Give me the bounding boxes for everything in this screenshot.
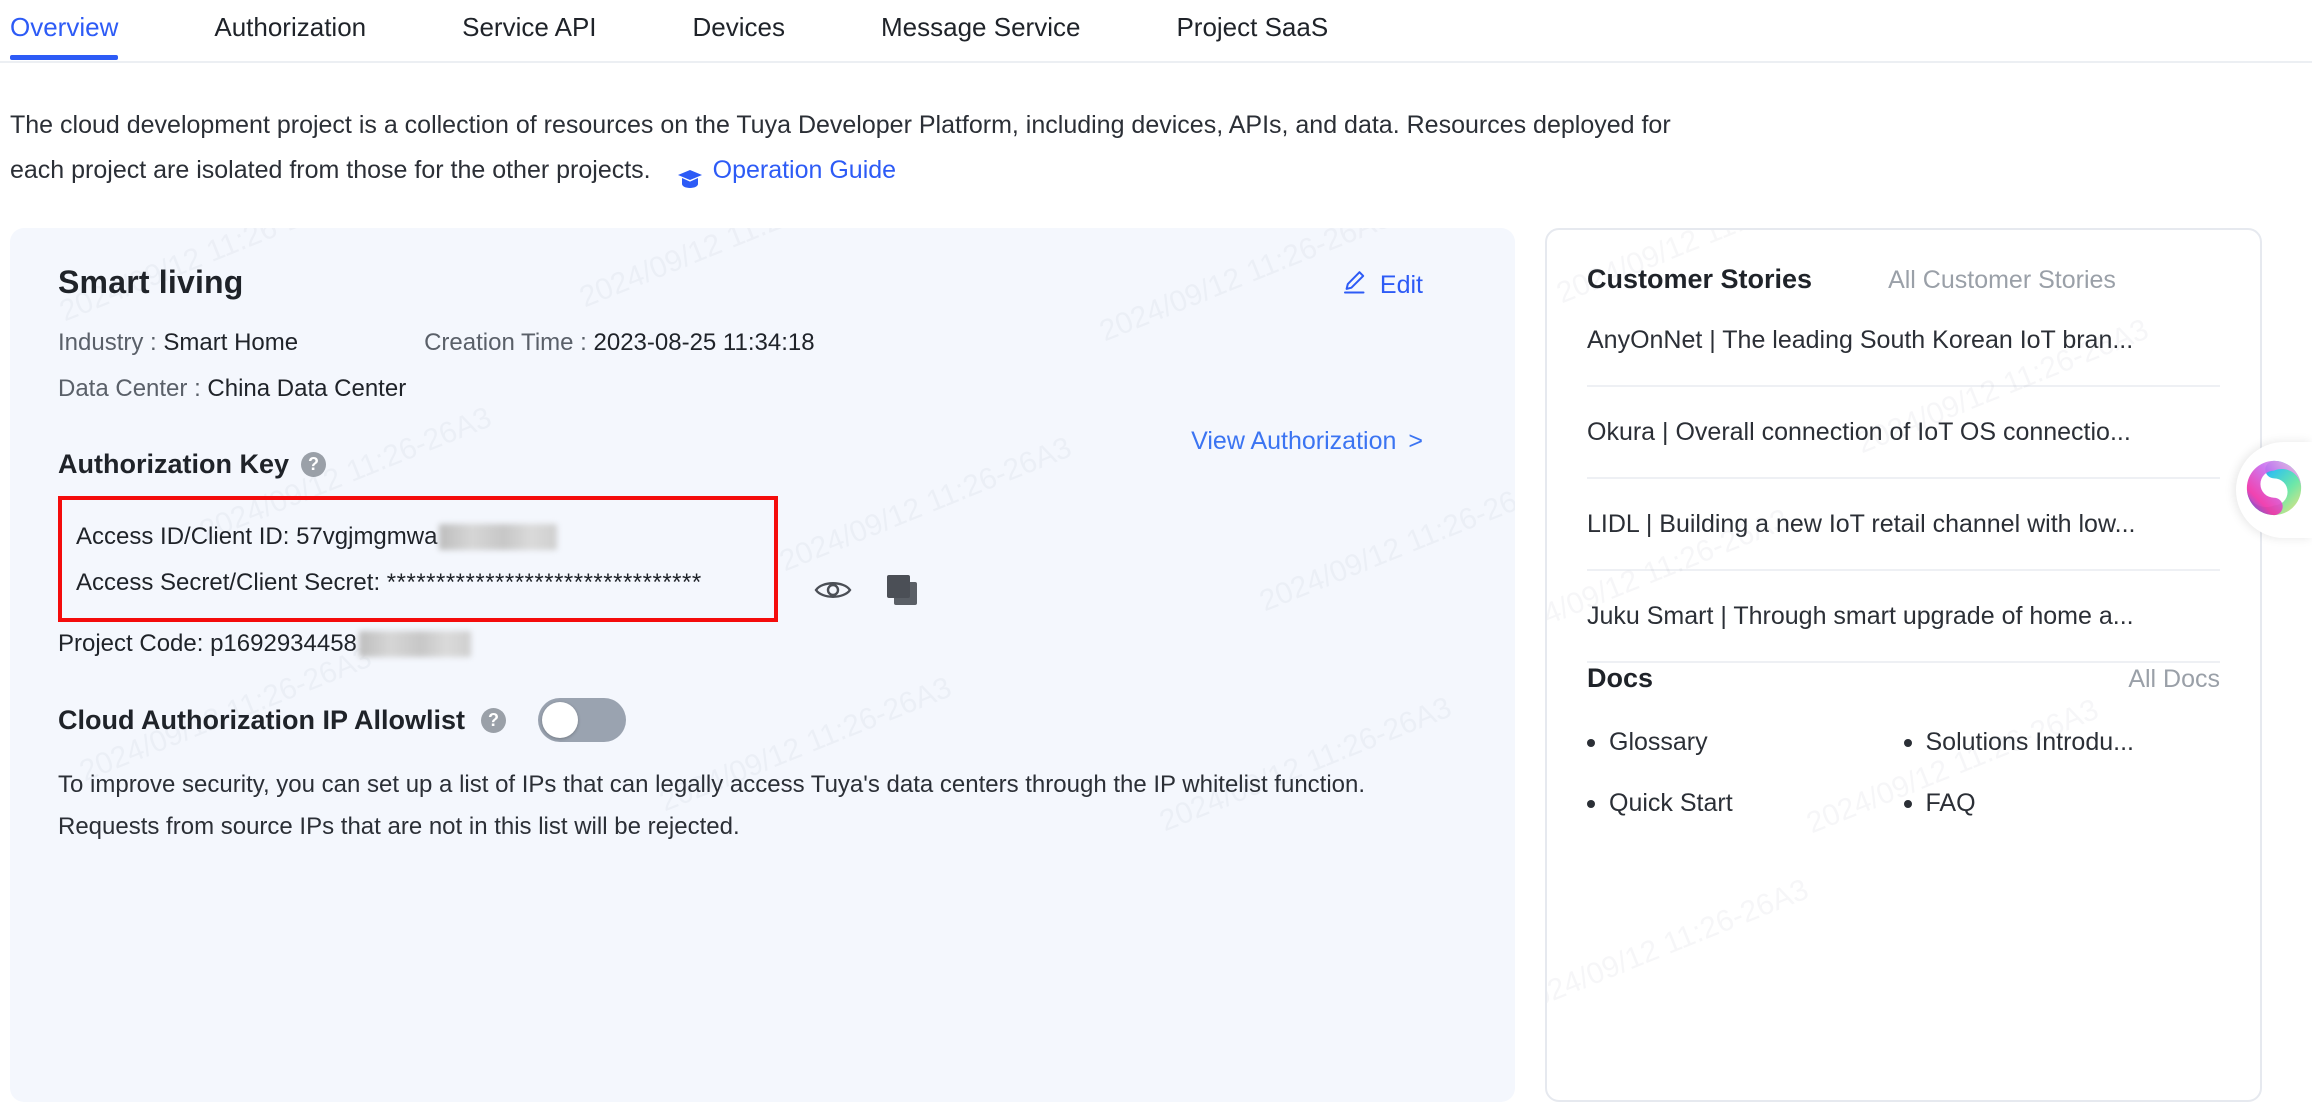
doc-label: Quick Start [1609, 789, 1733, 817]
docs-grid: Glossary Solutions Introdu... Quick Star… [1587, 728, 2220, 818]
tab-bar: Overview Authorization Service API Devic… [0, 0, 2312, 63]
project-meta-row-2: Data Center : China Data Center [58, 375, 1467, 403]
tab-service-api[interactable]: Service API [462, 0, 596, 58]
main-content: 2024/09/12 11:26-26A3 2024/09/12 11:26-2… [0, 228, 2312, 1102]
authorization-key-label: Authorization Key [58, 449, 290, 479]
chevron-right-icon: > [1408, 427, 1423, 455]
eye-icon[interactable] [814, 577, 852, 603]
tab-devices[interactable]: Devices [693, 0, 785, 58]
doc-label: FAQ [1925, 789, 1976, 817]
creation-time-label: Creation Time : [424, 329, 587, 356]
question-mark-icon[interactable]: ? [301, 452, 327, 477]
doc-label: Glossary [1609, 728, 1708, 756]
ip-allowlist-description: To improve security, you can set up a li… [58, 764, 1467, 848]
intro-line-1: The cloud development project is a colle… [10, 111, 1671, 139]
access-id-redacted [439, 524, 558, 550]
toggle-knob [541, 702, 578, 738]
project-meta-row-1: Industry : Smart Home Creation Time : 20… [58, 329, 1467, 357]
industry-label: Industry : [58, 329, 157, 356]
watermark: 2024/09/12 11:26-26A3 2024/09/12 11:26-2… [54, 228, 1515, 839]
tab-authorization[interactable]: Authorization [214, 0, 366, 58]
industry-value: Smart Home [163, 329, 299, 356]
data-center-field: Data Center : China Data Center [58, 375, 406, 403]
sidebar-card: 2024/09/12 11:26-26A3 2024/09/12 11:26-2… [1545, 228, 2262, 1102]
ai-swirl-icon [2243, 457, 2305, 524]
access-id-row: Access ID/Client ID: 57vgjmgmwa [76, 514, 758, 560]
doc-link-quick-start[interactable]: Quick Start [1587, 789, 1904, 818]
access-secret-value: ******************************** [386, 569, 702, 596]
authorization-key-area: Access ID/Client ID: 57vgjmgmwa Access S… [58, 496, 1467, 622]
docs-title: Docs [1587, 663, 1654, 693]
edit-label: Edit [1379, 271, 1423, 299]
docs-header: Docs All Docs [1587, 663, 2220, 694]
access-id-label: Access ID/Client ID: [76, 523, 290, 550]
bullet-icon [1903, 738, 1912, 747]
data-center-value: China Data Center [207, 375, 407, 402]
customer-stories-title: Customer Stories [1587, 264, 1813, 294]
page-title: Smart living [58, 264, 244, 300]
project-code-redacted [358, 631, 471, 657]
project-card-header: Smart living Edit [58, 264, 1467, 303]
view-authorization-link[interactable]: View Authorization > [1191, 427, 1467, 456]
edit-button[interactable]: Edit [1340, 264, 1467, 303]
ip-allowlist-toggle[interactable] [537, 698, 626, 742]
access-secret-row: Access Secret/Client Secret: ***********… [76, 560, 758, 606]
ip-allowlist-desc-line-1: To improve security, you can set up a li… [58, 771, 1366, 798]
data-center-label: Data Center : [58, 375, 201, 402]
bullet-icon [1587, 738, 1595, 747]
intro-paragraph: The cloud development project is a colle… [0, 63, 2000, 193]
customer-stories-header: Customer Stories All Customer Stories [1587, 264, 2220, 295]
access-secret-label: Access Secret/Client Secret: [76, 569, 381, 596]
page-root: Overview Authorization Service API Devic… [0, 0, 2312, 1104]
project-code-label: Project Code: [58, 630, 204, 657]
operation-guide-link[interactable]: Operation Guide [677, 148, 896, 193]
all-customer-stories-link[interactable]: All Customer Stories [1888, 266, 2116, 295]
authorization-key-title: Authorization Key ? [58, 449, 327, 480]
industry-field: Industry : Smart Home [58, 329, 298, 357]
creation-time-field: Creation Time : 2023-08-25 11:34:18 [424, 329, 814, 357]
project-code-value: p1692934458 [210, 630, 357, 657]
operation-guide-label: Operation Guide [712, 156, 897, 184]
graduation-cap-icon [677, 160, 703, 188]
bullet-icon [1903, 799, 1912, 808]
ip-allowlist-row: Cloud Authorization IP Allowlist ? [58, 698, 1467, 742]
list-item[interactable]: Juku Smart | Through smart upgrade of ho… [1587, 571, 2220, 663]
tab-overview[interactable]: Overview [10, 0, 119, 60]
copy-icon[interactable] [884, 572, 920, 608]
doc-link-glossary[interactable]: Glossary [1587, 728, 1904, 757]
access-id-value: 57vgjmgmwa [296, 523, 438, 550]
tab-project-saas[interactable]: Project SaaS [1176, 0, 1328, 58]
view-authorization-label: View Authorization [1191, 427, 1397, 455]
doc-link-solutions[interactable]: Solutions Introdu... [1903, 728, 2221, 757]
project-code-row: Project Code: p1692934458 [58, 630, 1467, 658]
ip-allowlist-label: Cloud Authorization IP Allowlist [58, 704, 465, 735]
credentials-highlight-box: Access ID/Client ID: 57vgjmgmwa Access S… [58, 496, 778, 622]
tab-message-service[interactable]: Message Service [881, 0, 1080, 58]
doc-link-faq[interactable]: FAQ [1903, 789, 2221, 818]
list-item[interactable]: Okura | Overall connection of IoT OS con… [1587, 387, 2220, 479]
creation-time-value: 2023-08-25 11:34:18 [593, 329, 815, 356]
project-card: 2024/09/12 11:26-26A3 2024/09/12 11:26-2… [10, 228, 1515, 1102]
ip-allowlist-desc-line-2: Requests from source IPs that are not in… [58, 813, 740, 840]
list-item[interactable]: AnyOnNet | The leading South Korean IoT … [1587, 295, 2220, 387]
credential-actions [814, 572, 920, 608]
pencil-icon [1340, 268, 1368, 303]
question-mark-icon[interactable]: ? [480, 707, 506, 733]
bullet-icon [1587, 799, 1595, 808]
list-item[interactable]: LIDL | Building a new IoT retail channel… [1587, 479, 2220, 571]
intro-line-2: each project are isolated from those for… [10, 156, 651, 184]
intro-line-2-row: each project are isolated from those for… [10, 148, 1990, 193]
authorization-key-header: Authorization Key ? View Authorization > [58, 403, 1467, 480]
doc-label: Solutions Introdu... [1925, 728, 2134, 756]
all-docs-link[interactable]: All Docs [2128, 665, 2220, 694]
